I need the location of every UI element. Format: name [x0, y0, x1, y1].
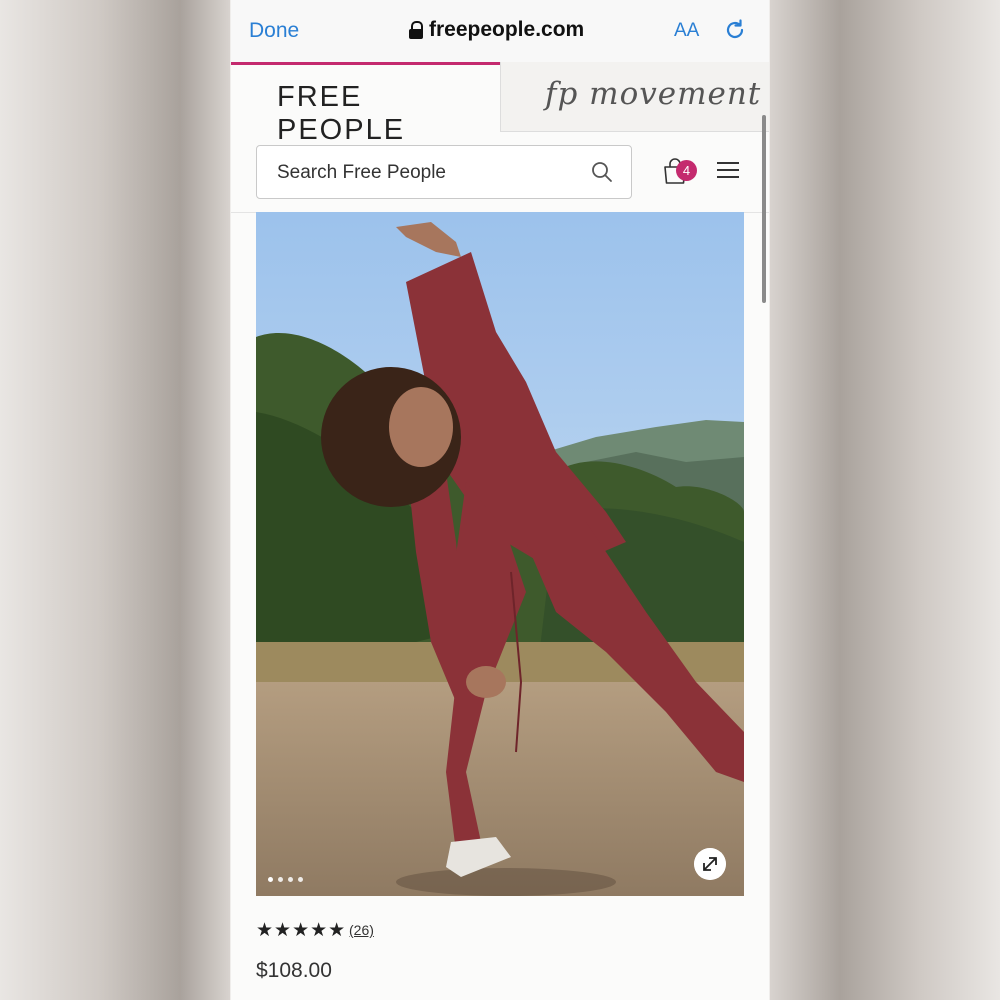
carousel-dot[interactable]	[298, 877, 303, 882]
carousel-dot[interactable]	[268, 877, 273, 882]
cart-count-badge: 4	[676, 160, 697, 181]
brand-tabs: FREE PEOPLE fp movement	[231, 62, 769, 146]
scrollbar[interactable]	[762, 115, 766, 303]
address-bar[interactable]: freepeople.com	[409, 18, 584, 42]
product-image[interactable]	[256, 212, 744, 896]
expand-icon[interactable]	[694, 848, 726, 880]
tab-free-people[interactable]: FREE PEOPLE	[231, 62, 500, 146]
search-icon[interactable]	[591, 161, 613, 183]
lock-icon	[409, 21, 423, 39]
fp-movement-logo: fp movement	[545, 76, 762, 112]
reload-icon[interactable]	[723, 18, 747, 42]
phone-screen: Done freepeople.com AA FREE PEOPLE fp mo…	[231, 0, 769, 1000]
product-price: $108.00	[256, 959, 332, 982]
text-size-button[interactable]: AA	[674, 20, 699, 42]
search-input[interactable]	[275, 156, 579, 190]
done-button[interactable]: Done	[249, 19, 299, 43]
carousel-dots[interactable]	[268, 877, 303, 882]
product-photo	[256, 212, 744, 896]
site-header: 4	[231, 132, 769, 213]
rating-stars: ★★★★★	[256, 920, 347, 941]
url-text: freepeople.com	[429, 18, 585, 41]
carousel-dot[interactable]	[288, 877, 293, 882]
hamburger-menu-icon[interactable]	[717, 162, 739, 180]
carousel-dot[interactable]	[278, 877, 283, 882]
tab-fp-movement[interactable]: fp movement	[500, 62, 769, 132]
review-count-link[interactable]: (26)	[349, 922, 374, 938]
search-box[interactable]	[256, 145, 632, 199]
text-size-label: AA	[674, 20, 700, 41]
browser-toolbar: Done freepeople.com AA	[231, 0, 769, 63]
